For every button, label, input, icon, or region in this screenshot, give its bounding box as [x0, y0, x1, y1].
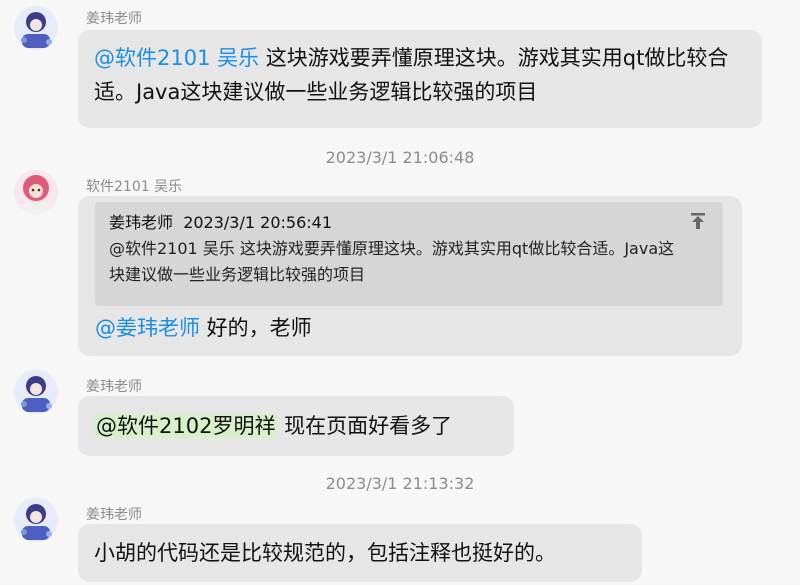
mention[interactable]: @软件2101 吴乐 — [94, 46, 259, 70]
message-bubble[interactable]: 小胡的代码还是比较规范的，包括注释也挺好的。 — [78, 524, 642, 582]
arrow-up-to-line-icon[interactable] — [689, 212, 707, 230]
message-body: @姜玮老师 好的，老师 — [95, 311, 312, 345]
avatar[interactable] — [14, 370, 58, 414]
message-bubble[interactable]: @软件2101 吴乐 这块游戏要弄懂原理这块。游戏其实用qt做比较合适。Java… — [78, 30, 762, 128]
avatar[interactable] — [14, 6, 58, 50]
mention[interactable]: @姜玮老师 — [95, 316, 200, 340]
quote-text: @软件2101 吴乐 这块游戏要弄懂原理这块。游戏其实用qt做比较合适。Java… — [109, 239, 675, 284]
avatar[interactable] — [14, 170, 58, 214]
avatar[interactable] — [14, 498, 58, 542]
mention[interactable]: @软件2102罗明祥 — [94, 414, 278, 438]
quote-author: 姜玮老师 — [109, 213, 174, 232]
sender-name: 软件2101 吴乐 — [86, 179, 183, 195]
quote-time: 2023/3/1 20:56:41 — [183, 213, 332, 232]
timestamp: 2023/3/1 21:06:48 — [325, 148, 475, 167]
quoted-message[interactable]: 姜玮老师 2023/3/1 20:56:41 @软件2101 吴乐 这块游戏要弄… — [95, 202, 723, 306]
message-text: 现在页面好看多了 — [277, 414, 453, 438]
sender-name: 姜玮老师 — [86, 379, 142, 395]
message-text: 好的，老师 — [200, 316, 312, 340]
message-text: 小胡的代码还是比较规范的，包括注释也挺好的。 — [94, 541, 556, 565]
timestamp: 2023/3/1 21:13:32 — [325, 474, 475, 493]
message-bubble[interactable]: @软件2102罗明祥 现在页面好看多了 — [78, 396, 514, 456]
sender-name: 姜玮老师 — [86, 507, 142, 523]
sender-name: 姜玮老师 — [86, 11, 142, 27]
